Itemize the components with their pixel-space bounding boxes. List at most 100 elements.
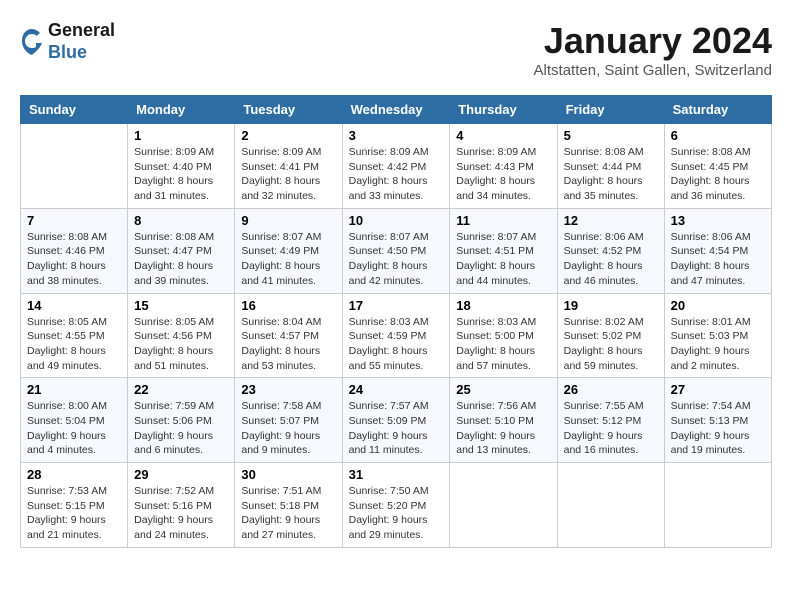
calendar-cell: 9 Sunrise: 8:07 AM Sunset: 4:49 PM Daylig… (235, 208, 342, 293)
calendar-cell (664, 463, 771, 548)
weekday-header-monday: Monday (128, 96, 235, 124)
weekday-header-tuesday: Tuesday (235, 96, 342, 124)
calendar-cell: 4 Sunrise: 8:09 AM Sunset: 4:43 PM Daylig… (450, 124, 557, 209)
calendar-cell: 28 Sunrise: 7:53 AM Sunset: 5:15 PM Dayli… (21, 463, 128, 548)
calendar-cell: 17 Sunrise: 8:03 AM Sunset: 4:59 PM Dayli… (342, 293, 450, 378)
calendar-cell: 12Sunrise: 8:06 AM Sunset: 4:52 PM Dayli… (557, 208, 664, 293)
calendar-cell: 19Sunrise: 8:02 AM Sunset: 5:02 PM Dayli… (557, 293, 664, 378)
calendar-cell: 10Sunrise: 8:07 AM Sunset: 4:50 PM Dayli… (342, 208, 450, 293)
calendar-cell: 5 Sunrise: 8:08 AM Sunset: 4:44 PM Daylig… (557, 124, 664, 209)
calendar-week-0: 1 Sunrise: 8:09 AM Sunset: 4:40 PM Daylig… (21, 124, 772, 209)
calendar-week-3: 21 Sunrise: 8:00 AM Sunset: 5:04 PM Dayli… (21, 378, 772, 463)
logo: General Blue (20, 20, 115, 63)
day-info: Sunrise: 8:04 AM Sunset: 4:57 PM Dayligh… (241, 315, 335, 374)
weekday-header-sunday: Sunday (21, 96, 128, 124)
calendar-cell: 23 Sunrise: 7:58 AM Sunset: 5:07 PM Dayli… (235, 378, 342, 463)
day-info: Sunrise: 7:59 AM Sunset: 5:06 PM Dayligh… (134, 399, 228, 458)
day-info: Sunrise: 8:06 AM Sunset: 4:52 PM Dayligh… (564, 230, 658, 289)
day-info: Sunrise: 8:00 AM Sunset: 5:04 PM Dayligh… (27, 399, 121, 458)
calendar-cell: 7Sunrise: 8:08 AM Sunset: 4:46 PM Daylig… (21, 208, 128, 293)
day-number: 19 (564, 298, 658, 313)
logo-icon (20, 27, 44, 57)
day-info: Sunrise: 7:55 AM Sunset: 5:12 PM Dayligh… (564, 399, 658, 458)
day-number: 3 (349, 128, 444, 143)
weekday-header-friday: Friday (557, 96, 664, 124)
calendar-cell: 16 Sunrise: 8:04 AM Sunset: 4:57 PM Dayli… (235, 293, 342, 378)
calendar-cell (21, 124, 128, 209)
day-info: Sunrise: 8:03 AM Sunset: 5:00 PM Dayligh… (456, 315, 550, 374)
day-number: 24 (349, 382, 444, 397)
day-info: Sunrise: 7:58 AM Sunset: 5:07 PM Dayligh… (241, 399, 335, 458)
day-number: 6 (671, 128, 765, 143)
weekday-header-wednesday: Wednesday (342, 96, 450, 124)
day-info: Sunrise: 8:08 AM Sunset: 4:47 PM Dayligh… (134, 230, 228, 289)
day-number: 4 (456, 128, 550, 143)
calendar-cell (557, 463, 664, 548)
day-number: 9 (241, 213, 335, 228)
month-title: January 2024 (534, 20, 772, 62)
page-header: General Blue January 2024 Altstatten, Sa… (20, 20, 772, 79)
day-info: Sunrise: 8:08 AM Sunset: 4:44 PM Dayligh… (564, 145, 658, 204)
weekday-header-saturday: Saturday (664, 96, 771, 124)
day-number: 23 (241, 382, 335, 397)
calendar-cell: 6 Sunrise: 8:08 AM Sunset: 4:45 PM Daylig… (664, 124, 771, 209)
day-number: 21 (27, 382, 121, 397)
day-number: 2 (241, 128, 335, 143)
calendar-cell: 30Sunrise: 7:51 AM Sunset: 5:18 PM Dayli… (235, 463, 342, 548)
location: Altstatten, Saint Gallen, Switzerland (534, 62, 772, 79)
calendar-table: SundayMondayTuesdayWednesdayThursdayFrid… (20, 95, 772, 548)
calendar-cell: 20 Sunrise: 8:01 AM Sunset: 5:03 PM Dayli… (664, 293, 771, 378)
calendar-cell: 15Sunrise: 8:05 AM Sunset: 4:56 PM Dayli… (128, 293, 235, 378)
calendar-cell: 27 Sunrise: 7:54 AM Sunset: 5:13 PM Dayli… (664, 378, 771, 463)
day-info: Sunrise: 8:03 AM Sunset: 4:59 PM Dayligh… (349, 315, 444, 374)
day-info: Sunrise: 8:01 AM Sunset: 5:03 PM Dayligh… (671, 315, 765, 374)
day-number: 28 (27, 467, 121, 482)
calendar-header-row: SundayMondayTuesdayWednesdayThursdayFrid… (21, 96, 772, 124)
day-number: 5 (564, 128, 658, 143)
calendar-cell: 26 Sunrise: 7:55 AM Sunset: 5:12 PM Dayli… (557, 378, 664, 463)
day-info: Sunrise: 8:09 AM Sunset: 4:40 PM Dayligh… (134, 145, 228, 204)
day-number: 17 (349, 298, 444, 313)
day-number: 11 (456, 213, 550, 228)
day-number: 14 (27, 298, 121, 313)
day-number: 1 (134, 128, 228, 143)
calendar-week-4: 28 Sunrise: 7:53 AM Sunset: 5:15 PM Dayli… (21, 463, 772, 548)
calendar-cell: 8 Sunrise: 8:08 AM Sunset: 4:47 PM Daylig… (128, 208, 235, 293)
calendar-cell (450, 463, 557, 548)
calendar-cell: 18 Sunrise: 8:03 AM Sunset: 5:00 PM Dayli… (450, 293, 557, 378)
day-number: 29 (134, 467, 228, 482)
weekday-header-thursday: Thursday (450, 96, 557, 124)
calendar-cell: 11 Sunrise: 8:07 AM Sunset: 4:51 PM Dayli… (450, 208, 557, 293)
day-info: Sunrise: 7:54 AM Sunset: 5:13 PM Dayligh… (671, 399, 765, 458)
calendar-cell: 14Sunrise: 8:05 AM Sunset: 4:55 PM Dayli… (21, 293, 128, 378)
calendar-cell: 25Sunrise: 7:56 AM Sunset: 5:10 PM Dayli… (450, 378, 557, 463)
day-info: Sunrise: 7:52 AM Sunset: 5:16 PM Dayligh… (134, 484, 228, 543)
day-info: Sunrise: 7:57 AM Sunset: 5:09 PM Dayligh… (349, 399, 444, 458)
day-info: Sunrise: 8:08 AM Sunset: 4:45 PM Dayligh… (671, 145, 765, 204)
day-number: 20 (671, 298, 765, 313)
day-info: Sunrise: 8:07 AM Sunset: 4:49 PM Dayligh… (241, 230, 335, 289)
day-number: 27 (671, 382, 765, 397)
day-number: 18 (456, 298, 550, 313)
day-number: 31 (349, 467, 444, 482)
calendar-cell: 13 Sunrise: 8:06 AM Sunset: 4:54 PM Dayli… (664, 208, 771, 293)
calendar-cell: 29 Sunrise: 7:52 AM Sunset: 5:16 PM Dayli… (128, 463, 235, 548)
calendar-cell: 21 Sunrise: 8:00 AM Sunset: 5:04 PM Dayli… (21, 378, 128, 463)
day-number: 22 (134, 382, 228, 397)
calendar-week-2: 14Sunrise: 8:05 AM Sunset: 4:55 PM Dayli… (21, 293, 772, 378)
day-number: 25 (456, 382, 550, 397)
day-number: 7 (27, 213, 121, 228)
day-number: 26 (564, 382, 658, 397)
day-info: Sunrise: 8:09 AM Sunset: 4:42 PM Dayligh… (349, 145, 444, 204)
day-number: 13 (671, 213, 765, 228)
day-info: Sunrise: 8:07 AM Sunset: 4:51 PM Dayligh… (456, 230, 550, 289)
day-info: Sunrise: 7:53 AM Sunset: 5:15 PM Dayligh… (27, 484, 121, 543)
day-info: Sunrise: 8:06 AM Sunset: 4:54 PM Dayligh… (671, 230, 765, 289)
day-number: 16 (241, 298, 335, 313)
calendar-cell: 24 Sunrise: 7:57 AM Sunset: 5:09 PM Dayli… (342, 378, 450, 463)
day-number: 15 (134, 298, 228, 313)
day-info: Sunrise: 7:51 AM Sunset: 5:18 PM Dayligh… (241, 484, 335, 543)
day-info: Sunrise: 8:09 AM Sunset: 4:43 PM Dayligh… (456, 145, 550, 204)
day-info: Sunrise: 7:50 AM Sunset: 5:20 PM Dayligh… (349, 484, 444, 543)
day-number: 8 (134, 213, 228, 228)
